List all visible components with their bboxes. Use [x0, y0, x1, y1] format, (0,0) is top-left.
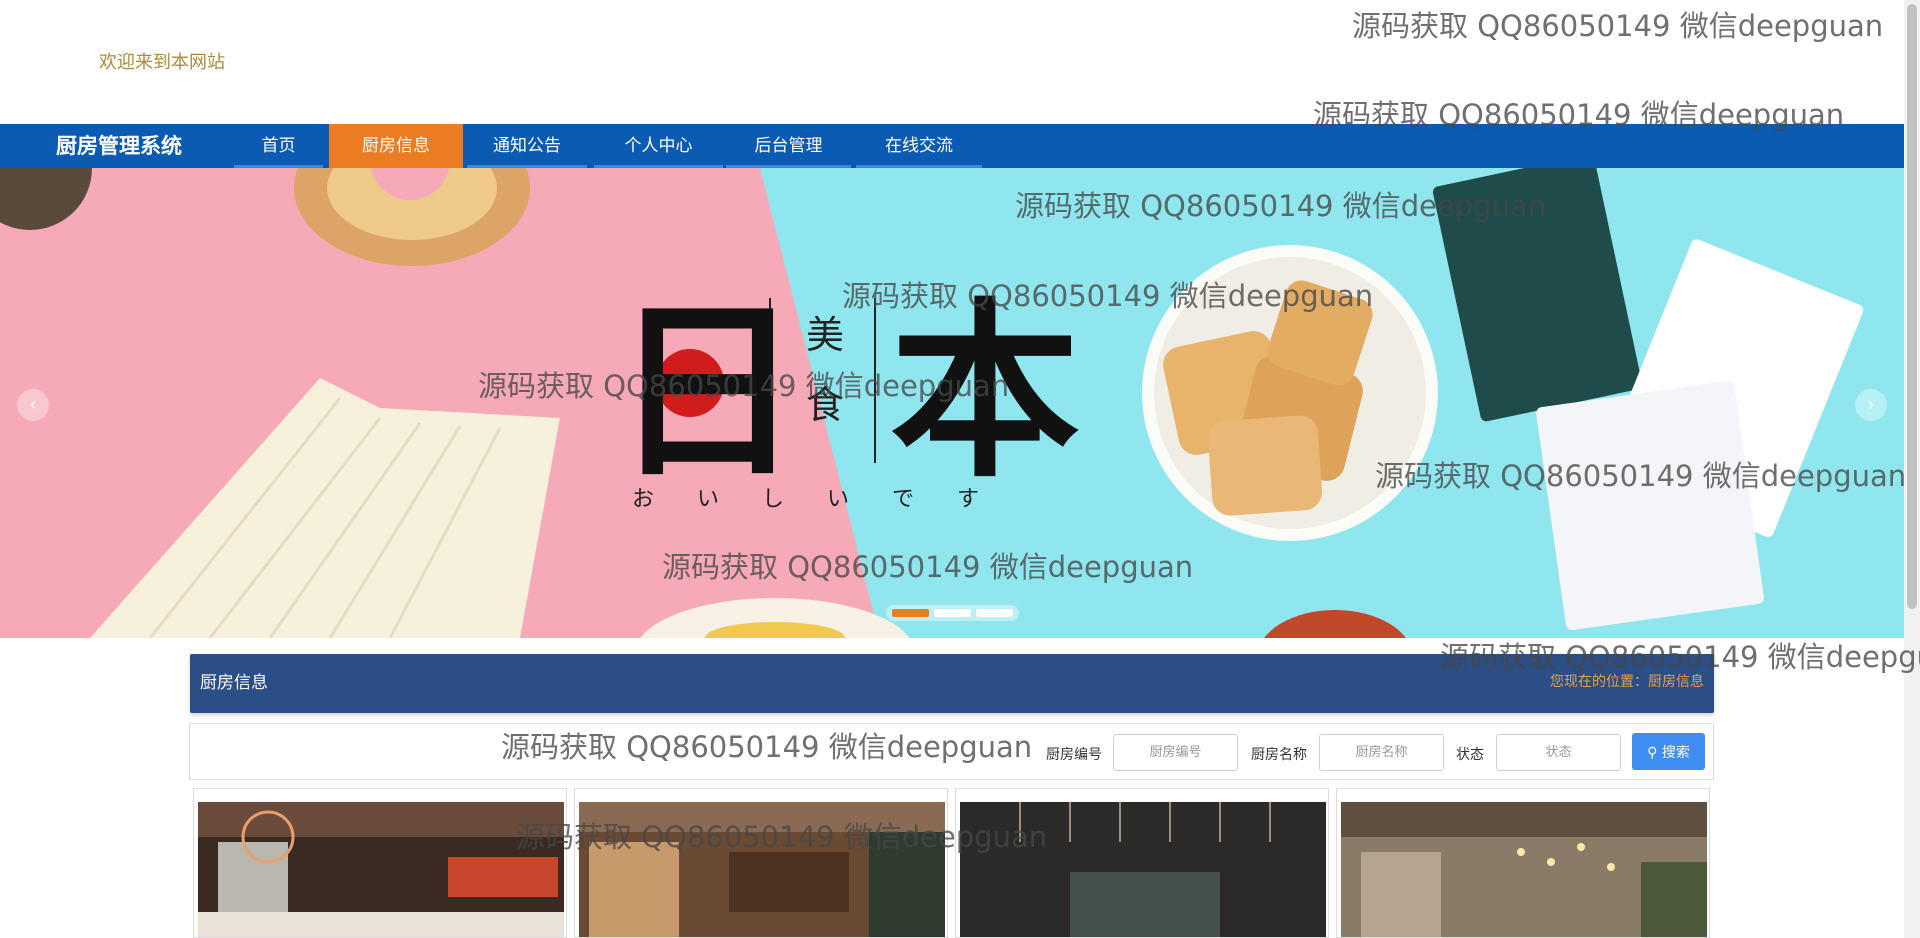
big-char-1: 日: [612, 280, 802, 503]
carousel-indicators: [886, 605, 1019, 621]
big-char-2: 本: [890, 280, 1080, 503]
kitchen-number-input[interactable]: [1113, 734, 1238, 771]
status-label: 状态: [1456, 747, 1484, 763]
vertical-char-1: 美: [806, 313, 844, 357]
kitchen-card[interactable]: [1336, 788, 1710, 938]
kitchen-name-label: 厨房名称: [1251, 747, 1307, 763]
kitchen-card-image: [1341, 802, 1707, 937]
kitchen-card-image: [960, 802, 1326, 937]
kitchen-card[interactable]: [574, 788, 948, 938]
scrollbar-thumb[interactable]: [1907, 4, 1917, 609]
nav-item-admin[interactable]: 后台管理: [726, 124, 851, 168]
carousel-dot-2[interactable]: [934, 609, 971, 617]
breadcrumb: 您现在的位置：厨房信息: [1550, 674, 1704, 690]
section-title-bar: 厨房信息 您现在的位置：厨房信息: [190, 654, 1714, 713]
search-button[interactable]: ⚲ 搜索: [1632, 733, 1705, 770]
kitchen-number-label: 厨房编号: [1046, 747, 1102, 763]
vertical-char-2: 食: [806, 383, 844, 427]
kitchen-card[interactable]: [955, 788, 1329, 938]
welcome-text: 欢迎来到本网站: [99, 52, 225, 73]
search-button-label: 搜索: [1661, 744, 1690, 761]
kitchen-card-image: [198, 802, 564, 937]
package-shape: [1432, 168, 1643, 422]
top-header: 欢迎来到本网站: [0, 0, 1904, 124]
nav-item-kitchen-info[interactable]: 厨房信息: [329, 124, 463, 168]
chevron-left-icon: ‹: [29, 392, 37, 416]
site-brand[interactable]: 厨房管理系统: [56, 124, 182, 168]
nav-item-notices[interactable]: 通知公告: [467, 124, 587, 168]
chevron-right-icon: ›: [1867, 392, 1875, 416]
kitchen-card-image: [579, 802, 945, 937]
status-input[interactable]: [1496, 734, 1621, 771]
main-navbar: 厨房管理系统 首页 厨房信息 通知公告 个人中心 后台管理 在线交流: [0, 124, 1904, 168]
carousel-prev-button[interactable]: ‹: [17, 389, 49, 421]
banner-artwork: 日 本 美 食 お い し い で す: [0, 168, 1864, 638]
search-icon: ⚲: [1647, 744, 1658, 761]
search-panel: 厨房编号 厨房名称 状态 ⚲ 搜索: [189, 723, 1714, 780]
nav-item-chat[interactable]: 在线交流: [856, 124, 982, 168]
hiragana-line: お い し い で す: [632, 487, 997, 512]
section-title: 厨房信息: [200, 673, 268, 693]
page-scrollbar[interactable]: [1904, 0, 1920, 938]
carousel-dot-1[interactable]: [892, 609, 929, 617]
banner-carousel[interactable]: 日 本 美 食 お い し い で す ‹ ›: [0, 168, 1904, 638]
kitchen-name-input[interactable]: [1319, 734, 1444, 771]
carousel-dot-3[interactable]: [976, 609, 1013, 617]
kitchen-card[interactable]: [193, 788, 567, 938]
nav-item-personal-center[interactable]: 个人中心: [594, 124, 723, 168]
carousel-next-button[interactable]: ›: [1855, 389, 1887, 421]
nav-item-home[interactable]: 首页: [234, 124, 323, 168]
